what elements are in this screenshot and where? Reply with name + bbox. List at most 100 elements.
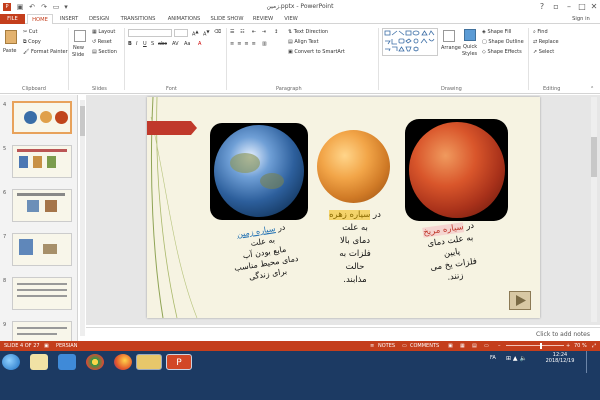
chrome-icon[interactable] bbox=[86, 354, 104, 370]
tab-transitions[interactable]: TRANSITIONS bbox=[117, 14, 159, 24]
shape-outline-button[interactable]: ▢ Shape Outline bbox=[482, 39, 524, 45]
notes-toggle[interactable]: NOTES bbox=[378, 343, 395, 349]
slide-thumbnail-5[interactable] bbox=[12, 145, 72, 178]
copy-button[interactable]: ⧉ Copy bbox=[23, 39, 41, 45]
keyboard-language[interactable]: FA bbox=[490, 355, 496, 361]
slide-thumbnail-7[interactable] bbox=[12, 233, 72, 266]
slide-thumbnail-4[interactable] bbox=[12, 101, 72, 134]
mars-image[interactable] bbox=[405, 119, 508, 221]
comments-toggle[interactable]: COMMENTS bbox=[410, 343, 439, 349]
venus-image[interactable] bbox=[317, 130, 390, 203]
zoom-in-icon[interactable]: + bbox=[566, 343, 570, 349]
reading-view-icon[interactable]: ▤ bbox=[472, 343, 477, 349]
quick-styles-button[interactable]: Quick bbox=[463, 44, 477, 50]
earth-image[interactable] bbox=[210, 123, 308, 220]
shape-fill-button[interactable]: ◈ Shape Fill bbox=[482, 29, 511, 35]
paste-icon[interactable] bbox=[5, 30, 17, 44]
font-color-icon[interactable]: A bbox=[198, 41, 201, 47]
slideshow-view-icon[interactable]: ▭ bbox=[484, 343, 489, 349]
slide-thumbnail-6[interactable] bbox=[12, 189, 72, 222]
indent-icon[interactable]: ⇤ ⇥ bbox=[252, 29, 268, 35]
tab-animations[interactable]: ANIMATIONS bbox=[163, 14, 205, 24]
venus-link[interactable]: سیاره زهره bbox=[329, 210, 371, 220]
tab-review[interactable]: REVIEW bbox=[249, 14, 277, 24]
maximize-icon[interactable]: □ bbox=[576, 1, 588, 12]
language-indicator[interactable]: PERSIAN bbox=[56, 343, 77, 349]
quick-styles-icon[interactable] bbox=[464, 29, 476, 41]
arrange-button[interactable]: Arrange bbox=[441, 45, 461, 51]
fit-slide-icon[interactable]: ⤢ bbox=[592, 343, 596, 349]
cut-button[interactable]: ✂ Cut bbox=[23, 29, 37, 35]
tab-file[interactable]: FILE bbox=[0, 14, 25, 24]
notes-placeholder[interactable]: Click to add notes bbox=[536, 331, 590, 338]
file-explorer-icon[interactable] bbox=[136, 354, 162, 370]
replace-button[interactable]: ⇄ Replace bbox=[533, 39, 559, 45]
firefox-icon[interactable] bbox=[114, 354, 132, 370]
tab-insert[interactable]: INSERT bbox=[56, 14, 82, 24]
arrange-icon[interactable] bbox=[443, 30, 455, 42]
media-player-icon[interactable] bbox=[30, 354, 48, 370]
paste-button[interactable]: Paste bbox=[3, 48, 17, 54]
shapes-gallery[interactable] bbox=[382, 28, 438, 56]
proofing-icon[interactable]: ▣ bbox=[44, 343, 49, 349]
convert-smartart-button[interactable]: ▣ Convert to SmartArt bbox=[288, 49, 345, 55]
tab-view[interactable]: VIEW bbox=[280, 14, 302, 24]
font-name-combo[interactable] bbox=[128, 29, 172, 37]
shadow-icon[interactable]: S bbox=[151, 41, 154, 47]
char-spacing-icon[interactable]: AV bbox=[172, 41, 179, 47]
help-button[interactable]: ? bbox=[536, 1, 548, 12]
clear-formatting-icon[interactable]: ⌫ bbox=[214, 29, 221, 35]
section-button[interactable]: ▤ Section bbox=[92, 49, 117, 55]
shrink-font-icon[interactable]: A▼ bbox=[203, 29, 210, 38]
slide[interactable]: در سیاره زمین به علت مایع بودن آب دمای م… bbox=[147, 97, 540, 318]
align-text-button[interactable]: ▤ Align Text bbox=[288, 39, 319, 45]
new-slide-button[interactable]: New bbox=[73, 45, 84, 51]
italic-icon[interactable]: I bbox=[136, 41, 137, 47]
slide-thumbnail-8[interactable] bbox=[12, 277, 72, 310]
zoom-out-icon[interactable]: – bbox=[498, 343, 501, 349]
ribbon-display-icon[interactable]: ▫ bbox=[550, 1, 562, 12]
reset-button[interactable]: ↺ Reset bbox=[92, 39, 112, 45]
format-painter-button[interactable]: 🖌 Format Painter bbox=[23, 49, 68, 55]
font-size-combo[interactable] bbox=[174, 29, 188, 37]
zoom-slider[interactable] bbox=[506, 345, 564, 346]
zoom-slider-thumb[interactable] bbox=[540, 343, 542, 349]
grow-font-icon[interactable]: A▲ bbox=[192, 29, 199, 38]
collapse-ribbon-icon[interactable]: ⌃ bbox=[590, 86, 594, 92]
thumbnails-scrollbar[interactable] bbox=[80, 100, 85, 336]
strikethrough-icon[interactable]: abc bbox=[158, 41, 167, 47]
internet-explorer-icon[interactable] bbox=[58, 354, 76, 370]
taskbar-clock[interactable]: 12:24 2018/12/19 bbox=[540, 352, 580, 364]
tab-slide-show[interactable]: SLIDE SHOW bbox=[208, 14, 246, 24]
powerpoint-taskbar-icon[interactable]: P bbox=[166, 354, 192, 370]
scrollbar-thumb[interactable] bbox=[591, 137, 597, 177]
find-button[interactable]: ⌕ Find bbox=[533, 29, 548, 35]
shape-effects-button[interactable]: ◇ Shape Effects bbox=[482, 49, 522, 55]
slide-thumbnail-9[interactable] bbox=[12, 321, 72, 341]
change-case-icon[interactable]: Aa bbox=[184, 41, 190, 47]
text-direction-button[interactable]: ⇅ Text Direction bbox=[288, 29, 328, 35]
notes-pane[interactable]: Click to add notes bbox=[86, 327, 600, 341]
normal-view-icon[interactable]: ▣ bbox=[448, 343, 453, 349]
tray-icons[interactable]: ⊞ ▲ 🔈 bbox=[506, 355, 527, 362]
comments-icon[interactable]: ▭ bbox=[402, 343, 407, 349]
close-icon[interactable]: ✕ bbox=[588, 1, 600, 12]
slide-sorter-icon[interactable]: ▦ bbox=[460, 343, 465, 349]
bold-icon[interactable]: B bbox=[128, 41, 132, 47]
new-slide-icon[interactable] bbox=[74, 30, 86, 42]
start-button-icon[interactable] bbox=[2, 354, 20, 370]
canvas-scrollbar[interactable] bbox=[591, 97, 597, 322]
line-spacing-icon[interactable]: ↕ bbox=[274, 29, 278, 35]
sign-in-link[interactable]: Sign in bbox=[566, 14, 596, 24]
tab-design[interactable]: DESIGN bbox=[85, 14, 113, 24]
underline-icon[interactable]: U bbox=[143, 41, 147, 47]
align-icons[interactable]: ≡≡≡≡ bbox=[230, 41, 259, 47]
zoom-level[interactable]: 70 % bbox=[574, 343, 587, 349]
columns-icon[interactable]: ▥ bbox=[262, 41, 267, 47]
show-desktop-button[interactable] bbox=[586, 351, 594, 373]
notes-icon[interactable]: ≡ bbox=[370, 343, 374, 349]
scrollbar-thumb[interactable] bbox=[80, 106, 85, 136]
select-button[interactable]: ➚ Select bbox=[533, 49, 554, 55]
bullets-icon[interactable]: ☰ ☷ bbox=[230, 29, 247, 35]
next-slide-button[interactable] bbox=[509, 291, 531, 310]
